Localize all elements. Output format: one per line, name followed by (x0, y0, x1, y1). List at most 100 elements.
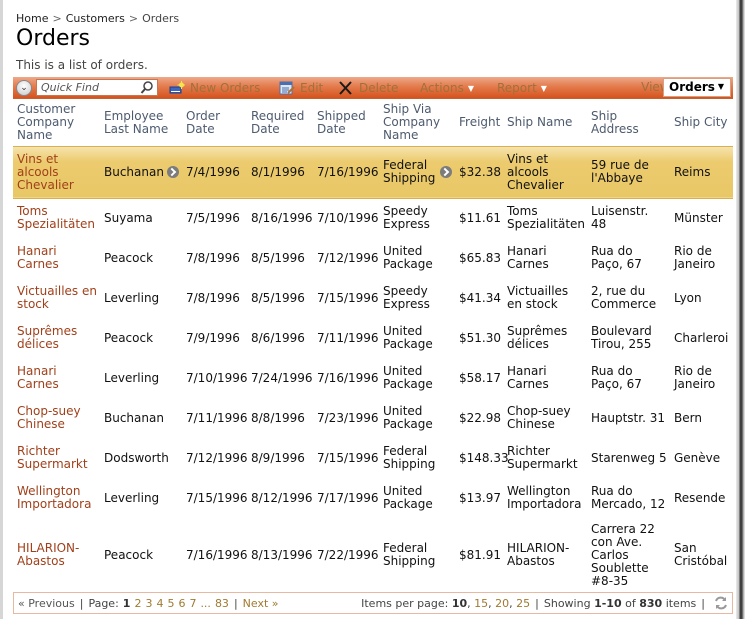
page-size-option[interactable]: 15 (474, 597, 488, 610)
arrow-right-circle-icon[interactable] (440, 166, 452, 178)
cell-order-date-text: 7/16/1996 (186, 547, 248, 562)
cell-customer[interactable]: Suprêmes délices (13, 318, 100, 358)
column-header[interactable]: Ship Via Company Name (379, 100, 455, 147)
table-row[interactable]: Victuailles en stock Leverling 7/8/1996 8/5… (13, 278, 733, 318)
quick-find-input[interactable] (37, 80, 137, 95)
column-header[interactable]: Employee Last Name (100, 100, 182, 147)
cell-required-date: 8/16/1996 (247, 198, 313, 238)
table-row[interactable]: Toms Spezialitäten Suyama 7/5/1996 8/16/199… (13, 198, 733, 238)
cell-ship-address: Rua do Paço, 67 (587, 238, 670, 278)
chevron-down-circle-icon[interactable]: ⌄ (16, 80, 32, 96)
report-menu[interactable]: Report ▼ (497, 80, 547, 96)
cell-freight-text: $13.97 (459, 490, 501, 505)
cell-customer-text: Vins et alcools Chevalier (17, 151, 74, 192)
cell-required-date-text: 7/24/1996 (251, 370, 313, 385)
cell-ship-address: Rua do Mercado, 12 (587, 478, 670, 518)
cell-employee-text: Leverling (104, 370, 160, 385)
column-header[interactable]: Customer Company Name (13, 100, 100, 147)
previous-page-link[interactable]: « Previous (18, 597, 75, 610)
cell-order-date: 7/4/1996 (182, 146, 247, 199)
refresh-icon[interactable] (714, 596, 728, 610)
cell-employee: Peacock (100, 518, 182, 592)
next-page-link[interactable]: Next » (243, 597, 279, 610)
cell-ship-via-text: Speedy Express (383, 284, 430, 311)
cell-ship-via: Speedy Express (379, 198, 455, 238)
cell-ship-city-text: Reims (674, 164, 711, 179)
cell-ship-address-text: Rua do Paço, 67 (591, 244, 642, 271)
column-header[interactable]: Order Date (182, 100, 247, 147)
cell-customer[interactable]: HILARION-Abastos (13, 518, 100, 592)
page-ellipsis[interactable]: ... (200, 597, 211, 610)
table-row-selected[interactable]: Vins et alcools Chevalier Buchanan 7/4/199… (13, 146, 733, 199)
page-link[interactable]: 6 (178, 597, 185, 610)
cell-required-date-text: 8/1/1996 (251, 164, 305, 179)
cell-employee: Buchanan (100, 398, 182, 438)
edit-button[interactable]: Edit (279, 80, 323, 96)
cell-ship-city-text: Charleroi (674, 330, 729, 345)
cell-required-date: 8/5/1996 (247, 278, 313, 318)
table-row[interactable]: Chop-suey Chinese Buchanan 7/11/1996 8/8/19… (13, 398, 733, 438)
cell-shipped-date-text: 7/15/1996 (317, 450, 379, 465)
cell-freight: $13.97 (455, 478, 503, 518)
column-header[interactable]: Freight (455, 100, 503, 147)
items-label: items (665, 596, 697, 610)
cell-shipped-date: 7/16/1996 (313, 146, 379, 199)
cell-customer-text: Toms Spezialitäten (17, 204, 96, 232)
table-row[interactable]: Richter Supermarkt Dodsworth 7/12/1996 8/9/… (13, 438, 733, 478)
delete-button[interactable]: Delete (338, 80, 398, 96)
cell-ship-address: 59 rue de l'Abbaye (587, 146, 670, 199)
column-header[interactable]: Ship Name (503, 100, 587, 147)
page-size-option[interactable]: 20 (495, 597, 509, 610)
cell-ship-via-text: United Package (383, 364, 433, 391)
table-row[interactable]: Wellington Importadora Leverling 7/15/1996… (13, 478, 733, 518)
cell-customer[interactable]: Richter Supermarkt (13, 438, 100, 478)
page-link[interactable]: 2 (134, 597, 141, 610)
breadcrumb-customers[interactable]: Customers (66, 12, 125, 25)
cell-ship-name: Vins et alcools Chevalier (503, 146, 587, 199)
cell-customer[interactable]: Toms Spezialitäten (13, 198, 100, 238)
cell-ship-name: Chop-suey Chinese (503, 398, 587, 438)
column-header[interactable]: Ship City (670, 100, 733, 147)
table-row[interactable]: HILARION-Abastos Peacock 7/16/1996 8/13/199… (13, 518, 733, 592)
table-row[interactable]: Suprêmes délices Peacock 7/9/1996 8/6/1996 7… (13, 318, 733, 358)
column-header[interactable]: Ship Address (587, 100, 670, 147)
cell-shipped-date: 7/15/1996 (313, 278, 379, 318)
cell-employee: Peacock (100, 238, 182, 278)
new-orders-button[interactable]: New Orders (169, 80, 260, 96)
table-row[interactable]: Hanari Carnes Leverling 7/10/1996 7/24/1996… (13, 358, 733, 398)
cell-required-date-text: 8/16/1996 (251, 210, 313, 225)
cell-shipped-date-text: 7/11/1996 (317, 330, 379, 345)
page-link-last[interactable]: 83 (215, 597, 229, 610)
cell-customer[interactable]: Vins et alcools Chevalier (13, 146, 100, 199)
actions-menu[interactable]: Actions ▼ (420, 80, 474, 96)
page-link[interactable]: 5 (167, 597, 174, 610)
breadcrumb: Home > Customers > Orders (16, 12, 179, 25)
page-size-option[interactable]: 25 (516, 597, 530, 610)
column-header[interactable]: Required Date (247, 100, 313, 147)
cell-required-date: 8/5/1996 (247, 238, 313, 278)
cell-ship-city: Rio de Janeiro (670, 238, 733, 278)
cell-customer[interactable]: Hanari Carnes (13, 238, 100, 278)
cell-employee: Leverling (100, 478, 182, 518)
cell-customer[interactable]: Hanari Carnes (13, 358, 100, 398)
cell-ship-via: Federal Shipping (379, 518, 455, 592)
table-row[interactable]: Hanari Carnes Peacock 7/8/1996 8/5/1996 7/12… (13, 238, 733, 278)
cell-shipped-date-text: 7/22/1996 (317, 547, 379, 562)
page-link[interactable]: 3 (145, 597, 152, 610)
cell-ship-city-text: Münster (674, 210, 723, 225)
cell-shipped-date-text: 7/17/1996 (317, 490, 379, 505)
magnifier-icon[interactable] (140, 80, 154, 95)
column-header[interactable]: Shipped Date (313, 100, 379, 147)
cell-customer[interactable]: Chop-suey Chinese (13, 398, 100, 438)
view-selector[interactable]: Orders ▼ (663, 78, 731, 97)
cell-ship-via-text: United Package (383, 324, 433, 351)
arrow-right-circle-icon[interactable] (167, 166, 179, 178)
page-link[interactable]: 7 (189, 597, 196, 610)
cell-customer[interactable]: Victuailles en stock (13, 278, 100, 318)
page-link[interactable]: 4 (156, 597, 163, 610)
cell-customer[interactable]: Wellington Importadora (13, 478, 100, 518)
cell-ship-address: Starenweg 5 (587, 438, 670, 478)
breadcrumb-home[interactable]: Home (16, 12, 48, 25)
showing-label: Showing (543, 596, 591, 610)
cell-shipped-date: 7/15/1996 (313, 438, 379, 478)
